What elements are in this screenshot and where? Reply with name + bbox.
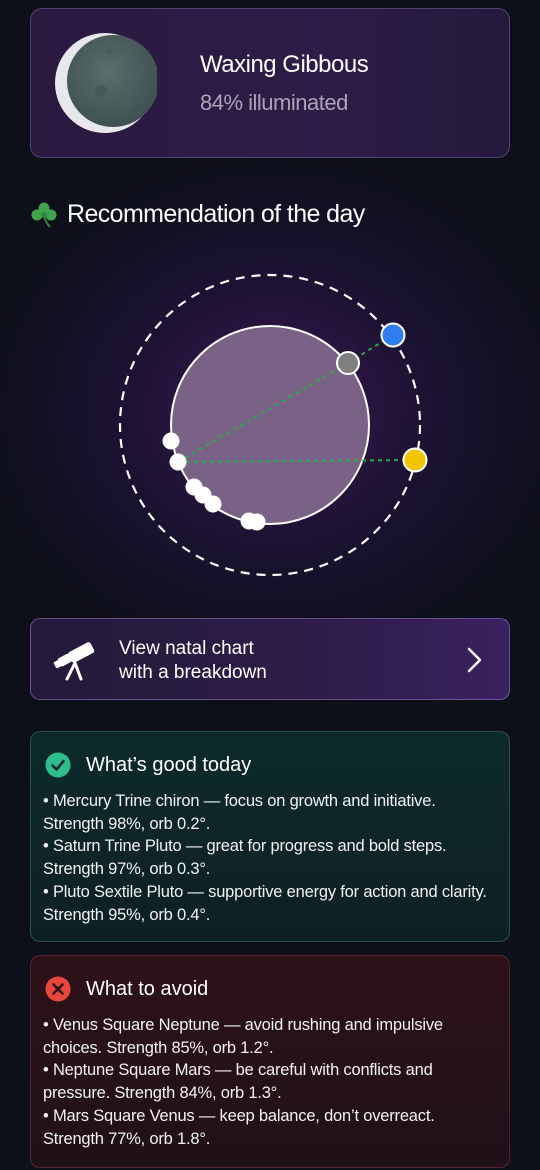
view-natal-chart-line2: with a breakdown xyxy=(119,662,267,683)
check-circle-icon xyxy=(45,752,71,778)
planet-grey xyxy=(336,351,360,375)
view-natal-chart-label: View natal chart with a breakdown xyxy=(119,637,267,685)
clover-icon xyxy=(31,202,57,228)
avoid-header: What to avoid xyxy=(45,976,208,1002)
view-natal-chart-line1: View natal chart xyxy=(119,638,254,659)
recommendation-title: Recommendation of the day xyxy=(67,200,365,228)
telescope-icon xyxy=(53,642,95,681)
good-today-title: What’s good today xyxy=(86,753,252,776)
chevron-right-icon xyxy=(467,647,482,673)
good-today-card: What’s good today • Mercury Trine chiron… xyxy=(30,731,510,942)
avoid-card: What to avoid • Venus Square Neptune — a… xyxy=(30,955,510,1168)
planet-white-5 xyxy=(204,495,222,513)
x-circle-icon xyxy=(45,976,71,1002)
avoid-item-3: • Mars Square Venus — keep balance, don’… xyxy=(43,1106,435,1148)
moon-phase-title: Waxing Gibbous xyxy=(200,51,369,78)
good-today-list: • Mercury Trine chiron — focus on growth… xyxy=(43,790,499,926)
recommendation-heading: Recommendation of the day xyxy=(30,200,365,229)
moon-phase-card: Waxing Gibbous 84% illuminated xyxy=(30,8,510,158)
view-natal-chart-button[interactable]: View natal chart with a breakdown xyxy=(30,618,510,700)
good-item-2: • Saturn Trine Pluto — great for progres… xyxy=(43,837,447,879)
good-item-1: • Mercury Trine chiron — focus on growth… xyxy=(43,792,436,833)
good-item-3: • Pluto Sextile Pluto — supportive energ… xyxy=(43,882,487,924)
aspect-orbit-diagram xyxy=(118,273,428,577)
planet-white-2 xyxy=(169,453,187,471)
avoid-title: What to avoid xyxy=(86,977,209,1000)
moon-phase-icon xyxy=(55,33,157,133)
planet-yellow xyxy=(402,447,428,473)
avoid-item-1: • Venus Square Neptune — avoid rushing a… xyxy=(43,1016,443,1057)
avoid-item-2: • Neptune Square Mars — be careful with … xyxy=(43,1061,433,1103)
avoid-list: • Venus Square Neptune — avoid rushing a… xyxy=(43,1014,499,1150)
moon-illumination: 84% illuminated xyxy=(200,90,348,115)
good-today-header: What’s good today xyxy=(45,752,251,778)
planet-white-1 xyxy=(162,432,180,450)
planet-blue xyxy=(380,322,406,348)
planet-white-7 xyxy=(248,513,266,531)
